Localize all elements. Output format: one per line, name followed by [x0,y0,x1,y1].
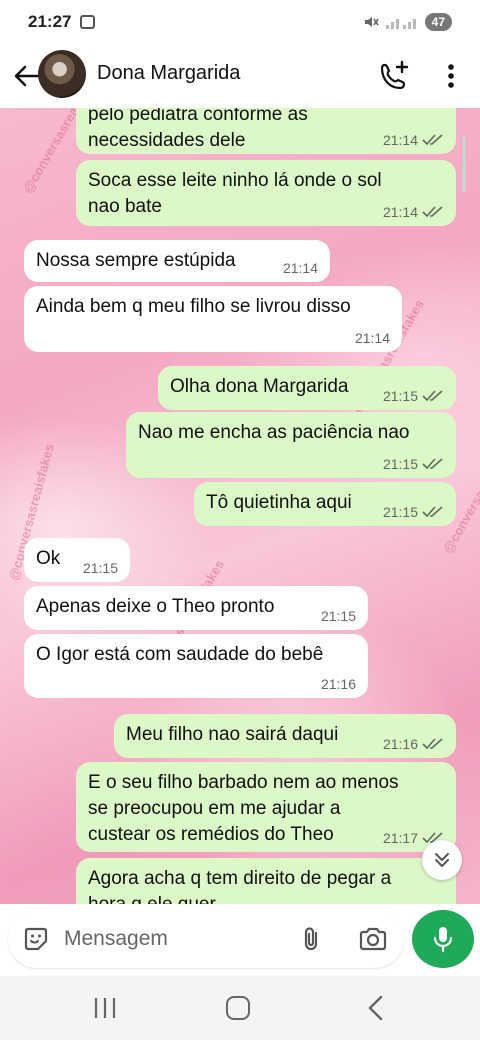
status-time: 21:27 [28,12,72,31]
message-bubble-outgoing[interactable]: Soca esse leite ninho lá onde o sol nao … [76,160,456,226]
signal-icon [385,19,416,29]
double-chevron-down-icon [435,853,449,867]
message-time: 21:15 [382,456,418,472]
message-composer [0,904,480,976]
message-input[interactable] [64,920,284,958]
scrollbar-thumb[interactable] [462,136,466,192]
message-text: Apenas deixe o Theo pronto [36,596,275,617]
message-text: O Igor está com saudade do bebê [36,644,324,665]
scroll-to-bottom-button[interactable] [422,840,462,880]
read-ticks-icon [422,390,443,402]
status-bar: 21:27 47 [0,0,480,44]
message-time: 21:16 [382,736,418,752]
message-bubble-incoming[interactable]: O Igor está com saudade do bebê 21:16 [24,634,368,698]
add-call-icon[interactable] [376,58,412,94]
read-ticks-icon [422,506,443,518]
message-time: 21:15 [82,560,118,576]
message-time: 21:17 [382,830,418,846]
message-bubble-incoming[interactable]: Ainda bem q meu filho se livrou disso 21… [24,286,402,352]
message-input-box[interactable] [8,910,404,968]
camera-icon[interactable] [358,925,388,953]
message-bubble-outgoing[interactable]: Meu filho nao sairá daqui 21:16 [114,714,456,758]
message-time: 21:14 [382,132,418,148]
nav-back-icon[interactable] [364,994,388,1022]
message-bubble-incoming[interactable]: Nossa sempre estúpida 21:14 [24,240,330,282]
message-bubble-outgoing[interactable]: Agora acha q tem direito de pegar a hora… [76,858,456,904]
microphone-icon [433,927,453,953]
message-time: 21:14 [282,260,318,276]
message-bubble-incoming[interactable]: Apenas deixe o Theo pronto 21:15 [24,586,368,630]
message-time: 21:14 [382,204,418,220]
recent-apps-icon[interactable] [92,996,118,1020]
read-ticks-icon [422,206,443,218]
message-text: hora q ele quer [88,892,444,904]
voice-message-button[interactable] [412,910,474,968]
message-bubble-outgoing[interactable]: Nao me encha as paciência nao 21:15 [126,412,456,478]
message-bubble-incoming[interactable]: Ok 21:15 [24,538,130,582]
system-nav-bar [0,976,480,1040]
read-ticks-icon [422,458,443,470]
message-time: 21:15 [320,608,356,624]
home-button[interactable] [226,996,250,1020]
message-text: Nao me encha as paciência nao [138,422,410,443]
message-text: Agora acha q tem direito de pegar a [88,868,392,889]
battery-indicator: 47 [424,13,452,31]
more-options-icon[interactable] [436,58,466,94]
chat-header: Dona Margarida [0,44,480,108]
message-text: pelo pediatra conforme as [88,108,308,125]
read-ticks-icon [422,134,443,146]
message-time: 21:14 [354,330,390,346]
message-bubble-outgoing[interactable]: E o seu filho barbado nem ao menos se pr… [76,762,456,852]
message-text: Nossa sempre estúpida [36,250,236,271]
status-indicators: 47 [363,12,452,32]
mute-icon [364,17,379,27]
message-time: 21:16 [320,676,356,692]
message-text: Soca esse leite ninho lá onde o sol [88,170,382,191]
message-bubble-outgoing[interactable]: pelo pediatra conforme as necessidades d… [76,108,456,154]
message-text: Ainda bem q meu filho se livrou disso [36,296,351,317]
message-text: E o seu filho barbado nem ao menos [88,772,399,793]
chat-area[interactable]: @conversasreaisfakes conversasreaisfakes… [0,108,480,904]
screen-record-icon [80,15,95,29]
message-time: 21:15 [382,388,418,404]
sticker-icon[interactable] [22,925,50,953]
paperclip-icon[interactable] [298,925,326,953]
message-bubble-outgoing[interactable]: Olha dona Margarida 21:15 [158,366,456,410]
message-time: 21:15 [382,504,418,520]
read-ticks-icon [422,738,443,750]
message-bubble-outgoing[interactable]: Tô quietinha aqui 21:15 [194,482,456,526]
avatar[interactable] [38,50,86,98]
message-text: se preocupou em me ajudar a [88,798,341,819]
contact-name[interactable]: Dona Margarida [97,62,240,85]
